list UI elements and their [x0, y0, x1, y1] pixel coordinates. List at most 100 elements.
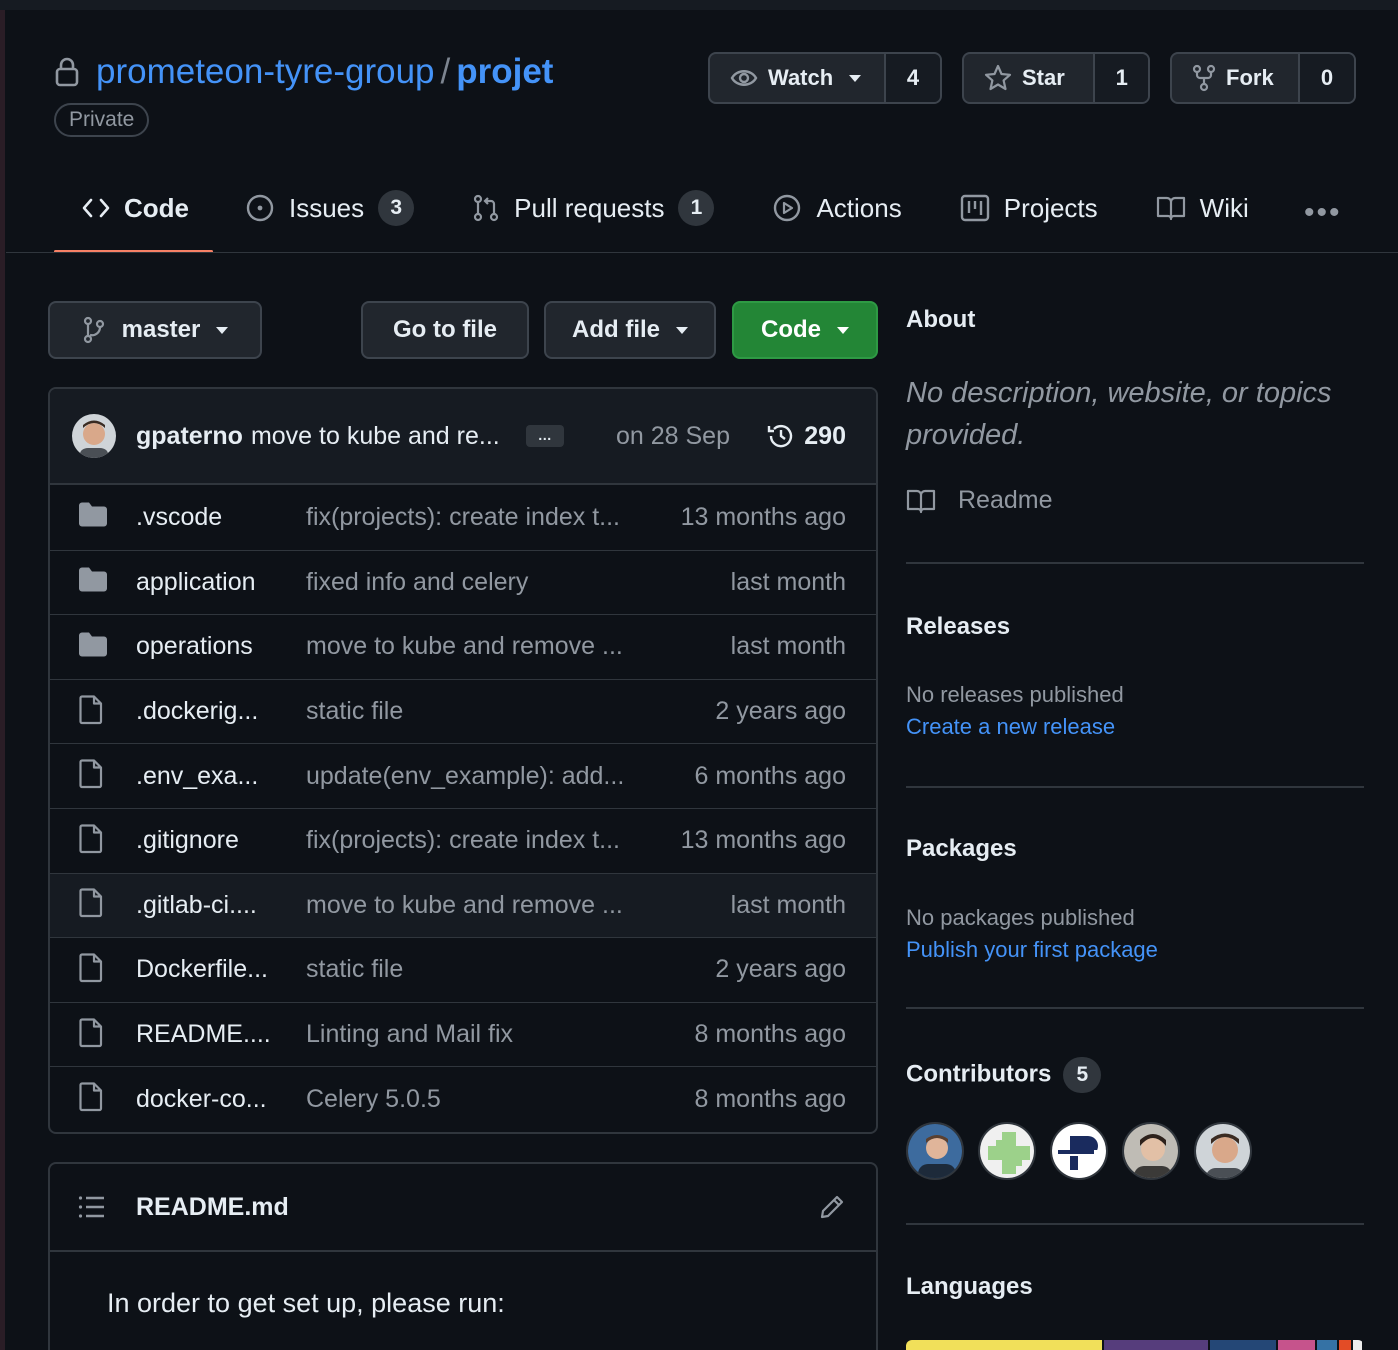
file-commit-age[interactable]: 13 months ago [681, 826, 846, 855]
readme-title[interactable]: README.md [136, 1193, 289, 1222]
file-commit-age[interactable]: last month [731, 891, 846, 920]
tab-pull-requests[interactable]: Pull requests 1 [472, 170, 715, 246]
tab-issues[interactable]: Issues 3 [245, 170, 415, 246]
file-row[interactable]: operations move to kube and remove ... las… [50, 614, 876, 679]
commit-history-link[interactable]: 290 [766, 421, 846, 451]
languages-bar[interactable] [906, 1340, 1364, 1350]
file-commit-age[interactable]: 2 years ago [715, 697, 846, 726]
commit-date[interactable]: on 28 Sep [616, 422, 730, 451]
contributor-avatar[interactable] [1194, 1122, 1252, 1180]
branch-select[interactable]: master [48, 301, 262, 359]
chevron-down-icon [837, 326, 849, 334]
repo-name-link[interactable]: projet [456, 52, 553, 92]
file-commit-age[interactable]: 13 months ago [681, 503, 846, 532]
file-row[interactable]: Dockerfile... static file 2 years ago [50, 937, 876, 1002]
commit-author-avatar[interactable] [72, 414, 116, 458]
file-commit-message[interactable]: update(env_example): add... [306, 762, 624, 791]
watch-button[interactable]: Watch [710, 54, 884, 102]
contributor-avatar[interactable] [978, 1122, 1036, 1180]
file-commit-message[interactable]: fix(projects): create index t... [306, 503, 620, 532]
file-commit-age[interactable]: 8 months ago [695, 1085, 847, 1114]
file-row[interactable]: .gitignore fix(projects): create index t.… [50, 807, 876, 873]
star-button[interactable]: Star [964, 54, 1093, 102]
file-commit-message[interactable]: move to kube and remove ... [306, 891, 623, 920]
publish-package-link[interactable]: Publish your first package [906, 937, 1366, 963]
go-to-file-button[interactable]: Go to file [361, 301, 529, 359]
commit-message[interactable]: move to kube and re... [251, 422, 500, 451]
readme-link-label: Readme [958, 486, 1053, 514]
tab-code[interactable]: Code [82, 170, 189, 246]
file-commit-age[interactable]: 2 years ago [715, 955, 846, 984]
file-name-link[interactable]: .gitignore [136, 826, 239, 855]
create-release-link[interactable]: Create a new release [906, 714, 1366, 740]
file-commit-message[interactable]: static file [306, 697, 403, 726]
file-name-link[interactable]: .dockerig... [136, 697, 258, 726]
file-commit-age[interactable]: 8 months ago [695, 1020, 847, 1049]
add-file-button[interactable]: Add file [544, 301, 716, 359]
file-browser: gpaterno move to kube and re... … on 28 … [48, 387, 878, 1134]
file-commit-message[interactable]: fixed info and celery [306, 568, 528, 597]
language-segment[interactable] [1338, 1340, 1351, 1350]
expand-commit-button[interactable]: … [525, 425, 564, 447]
contributor-avatar[interactable] [906, 1122, 964, 1180]
fork-button[interactable]: Fork [1172, 54, 1298, 102]
file-row[interactable]: docker-co... Celery 5.0.5 8 months ago [50, 1066, 876, 1131]
more-tabs-icon[interactable]: ••• [1304, 196, 1342, 230]
contributor-avatar[interactable] [1050, 1122, 1108, 1180]
code-dropdown-button[interactable]: Code [732, 301, 878, 359]
chevron-down-icon [676, 326, 688, 334]
contributors-title[interactable]: Contributors [906, 1060, 1051, 1087]
file-name-link[interactable]: operations [136, 632, 253, 661]
releases-heading[interactable]: Releases [906, 613, 1366, 641]
file-name-link[interactable]: .gitlab-ci.... [136, 891, 257, 920]
language-segment[interactable] [1352, 1340, 1362, 1350]
repo-owner-link[interactable]: prometeon-tyre-group [96, 52, 435, 92]
language-segment[interactable] [1103, 1340, 1209, 1350]
file-row[interactable]: .vscode fix(projects): create index t... 1… [50, 485, 876, 550]
pencil-icon[interactable] [818, 1193, 846, 1221]
file-row[interactable]: .gitlab-ci.... move to kube and remove ..… [50, 872, 876, 938]
commit-author[interactable]: gpaterno [136, 422, 243, 451]
file-row[interactable]: README.... Linting and Mail fix 8 months a… [50, 1001, 876, 1067]
file-commit-age[interactable]: last month [731, 568, 846, 597]
language-segment[interactable] [906, 1340, 1102, 1350]
latest-commit-bar: gpaterno move to kube and re... … on 28 … [50, 389, 876, 485]
file-row[interactable]: application fixed info and celery last mon… [50, 549, 876, 615]
file-row[interactable]: .env_exa... update(env_example): add... 6 … [50, 743, 876, 808]
readme-panel: README.md In order to get set up, please… [48, 1162, 878, 1350]
file-commit-message[interactable]: fix(projects): create index t... [306, 826, 620, 855]
tab-projects[interactable]: Projects [960, 170, 1098, 246]
file-commit-message[interactable]: Celery 5.0.5 [306, 1085, 441, 1114]
file-name-link[interactable]: docker-co... [136, 1085, 267, 1114]
file-commit-age[interactable]: 6 months ago [695, 762, 847, 791]
folder-icon [79, 632, 107, 657]
fork-button-group: Fork 0 [1170, 52, 1356, 104]
file-name-link[interactable]: application [136, 568, 256, 597]
tab-wiki[interactable]: Wiki [1156, 170, 1249, 246]
file-icon [79, 694, 103, 724]
file-name-link[interactable]: .env_exa... [136, 762, 258, 791]
watch-count[interactable]: 4 [884, 54, 940, 102]
file-name-link[interactable]: README.... [136, 1020, 271, 1049]
file-name-link[interactable]: .vscode [136, 503, 222, 532]
contributors-avatars [906, 1122, 1252, 1180]
lock-icon [55, 57, 79, 87]
project-icon [960, 194, 989, 222]
star-count[interactable]: 1 [1093, 54, 1148, 102]
file-commit-message[interactable]: static file [306, 955, 403, 984]
file-commit-age[interactable]: last month [731, 632, 846, 661]
readme-link[interactable]: Readme [906, 486, 1366, 515]
file-commit-message[interactable]: Linting and Mail fix [306, 1020, 513, 1049]
fork-count[interactable]: 0 [1298, 54, 1354, 102]
file-commit-message[interactable]: move to kube and remove ... [306, 632, 623, 661]
file-name-link[interactable]: Dockerfile... [136, 955, 268, 984]
file-row[interactable]: .dockerig... static file 2 years ago [50, 678, 876, 744]
list-icon[interactable] [78, 1195, 106, 1219]
issue-icon [246, 194, 274, 222]
tab-actions[interactable]: Actions [772, 170, 902, 246]
language-segment[interactable] [1316, 1340, 1337, 1350]
language-segment[interactable] [1210, 1340, 1276, 1350]
contributor-avatar[interactable] [1122, 1122, 1180, 1180]
language-segment[interactable] [1277, 1340, 1315, 1350]
packages-heading[interactable]: Packages [906, 835, 1366, 863]
